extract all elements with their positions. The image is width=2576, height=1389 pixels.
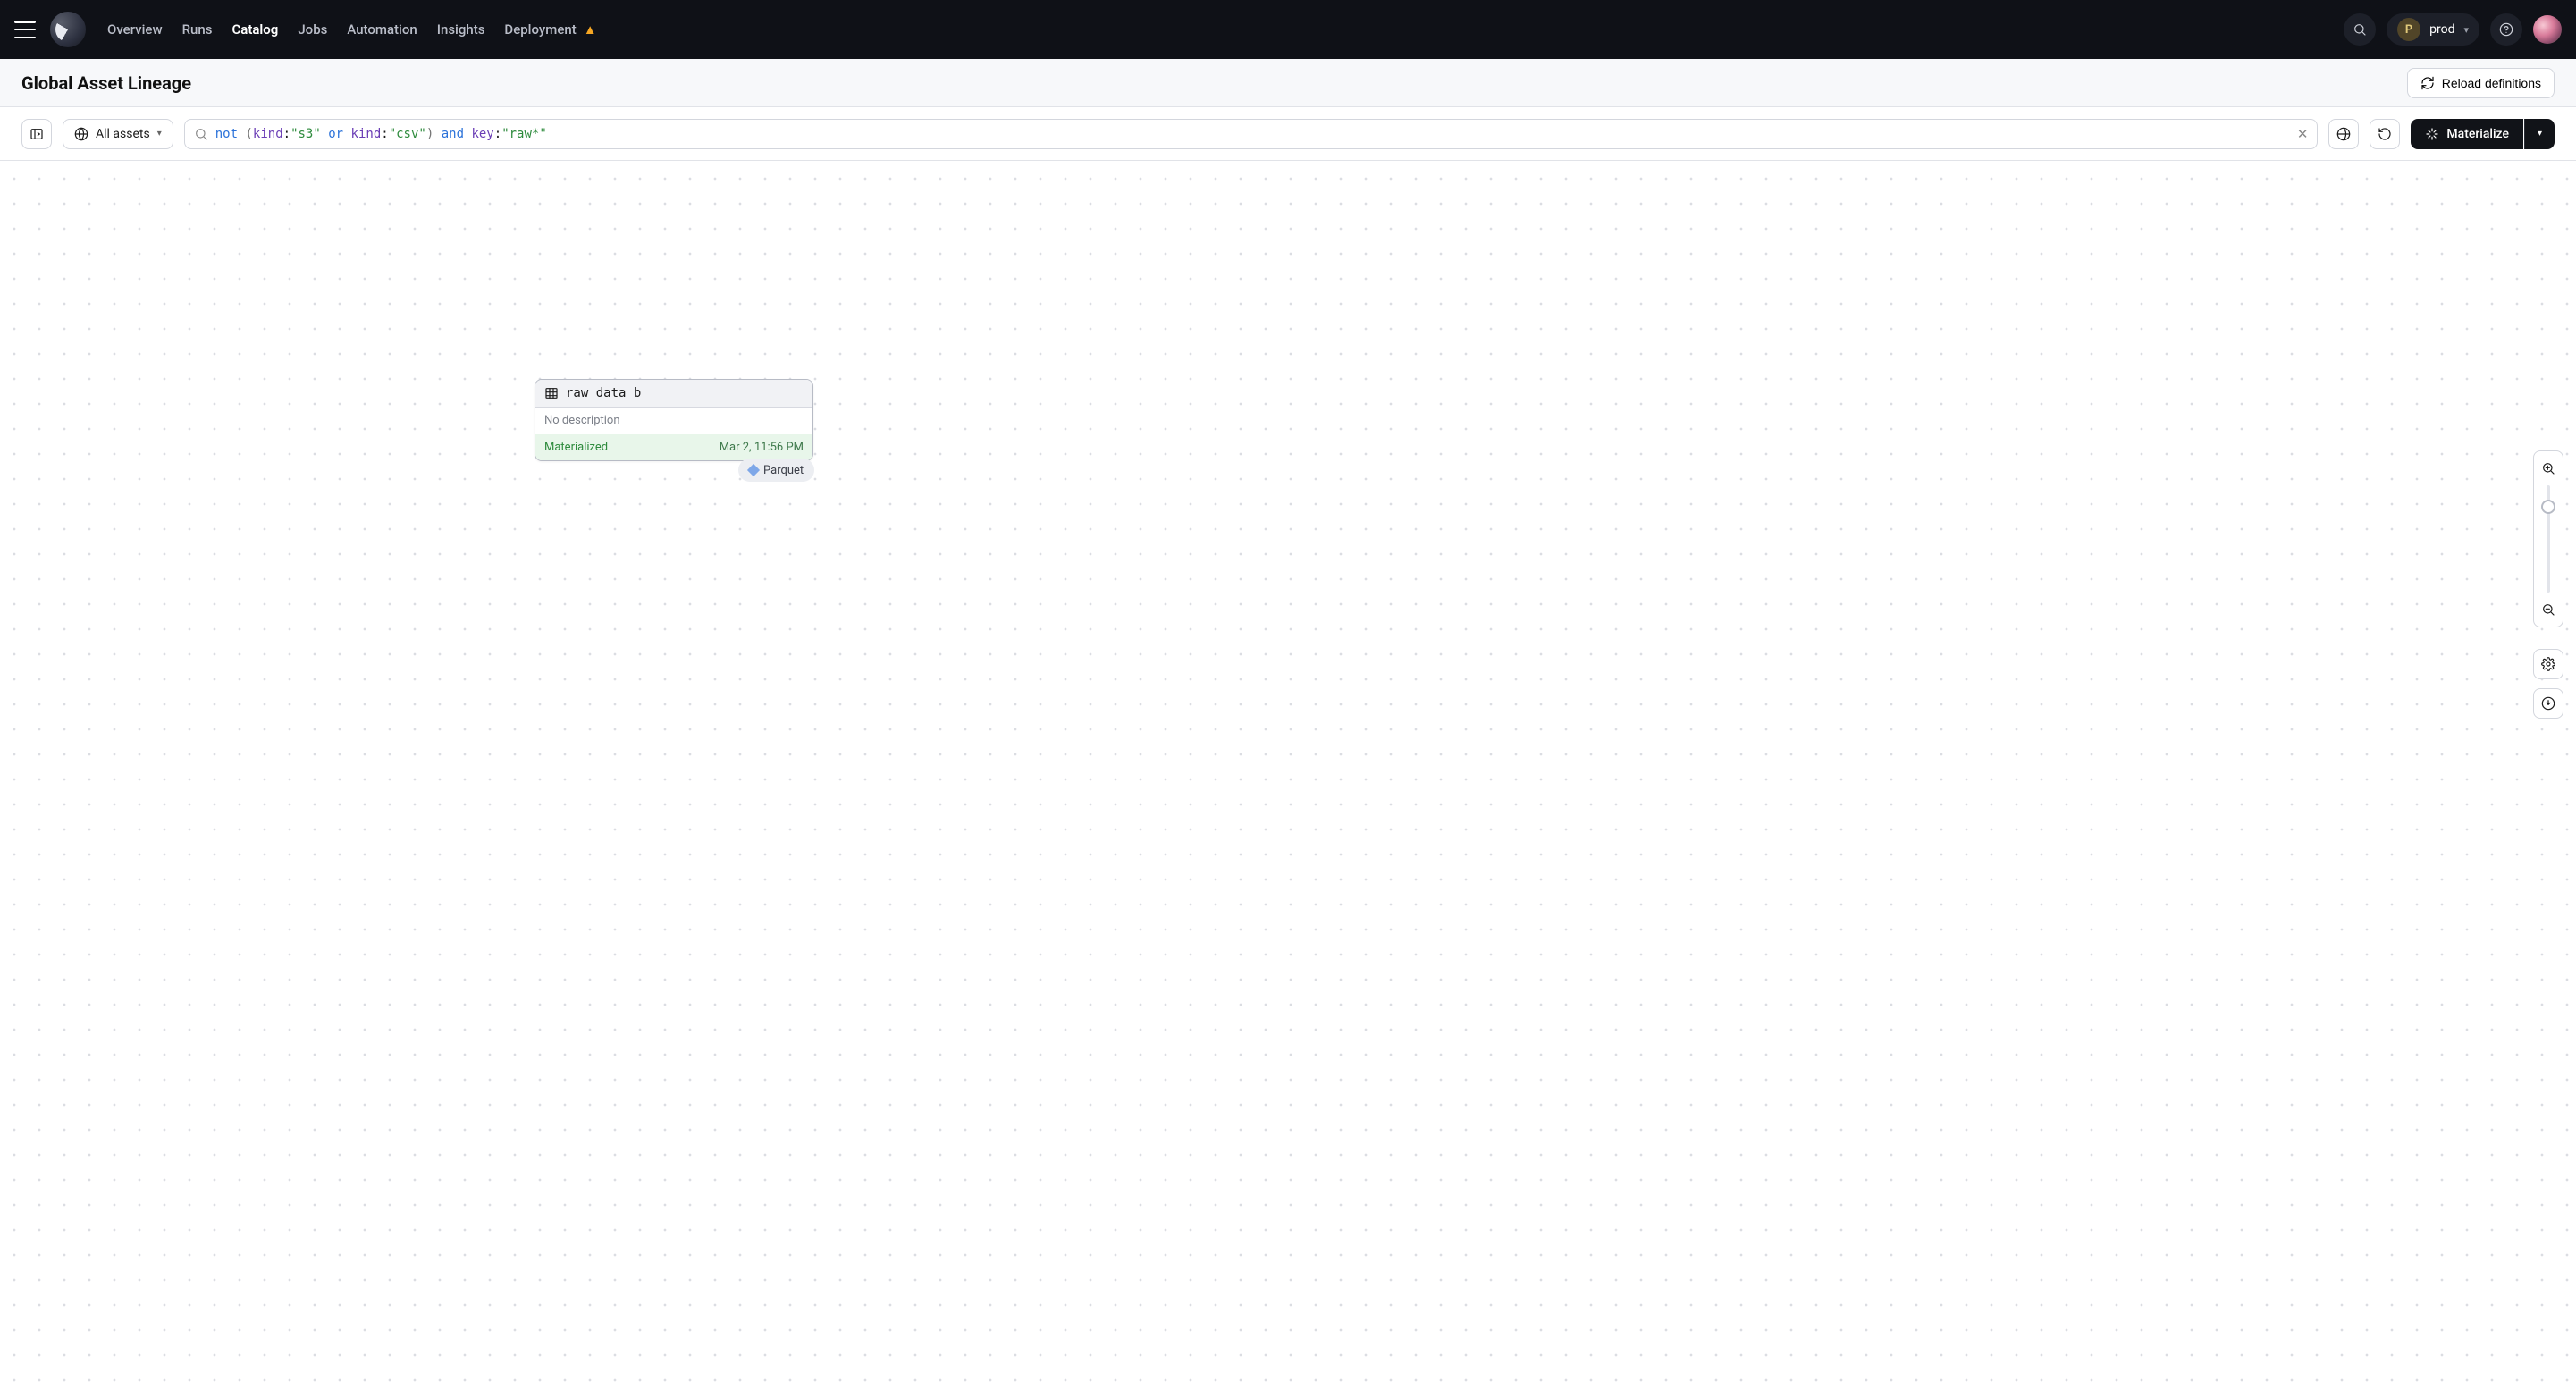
materialize-label: Materialize — [2446, 127, 2509, 141]
reload-label: Reload definitions — [2442, 76, 2541, 90]
clear-query-button[interactable]: ✕ — [2297, 126, 2309, 142]
scope-label: All assets — [96, 127, 150, 141]
refresh-graph-button[interactable] — [2370, 119, 2400, 149]
sparkle-icon — [2425, 127, 2439, 141]
asset-name: raw_data_b — [566, 386, 641, 400]
global-view-button[interactable] — [2328, 119, 2359, 149]
menu-icon[interactable] — [14, 21, 36, 38]
nav-insights[interactable]: Insights — [435, 16, 487, 43]
avatar[interactable] — [2533, 15, 2562, 44]
globe-icon — [74, 127, 88, 141]
download-icon — [2541, 696, 2555, 711]
search-icon — [2353, 22, 2367, 37]
logo[interactable] — [50, 12, 86, 47]
sidebar-toggle-button[interactable] — [21, 119, 52, 149]
nav-overview[interactable]: Overview — [105, 16, 164, 43]
asset-tag-label: Parquet — [763, 464, 804, 477]
zoom-out-button[interactable] — [2534, 598, 2563, 621]
asset-tag[interactable]: Parquet — [738, 459, 814, 482]
environment-selector[interactable]: P prod ▾ — [2387, 13, 2479, 46]
scope-filter[interactable]: All assets ▾ — [63, 119, 173, 149]
zoom-out-icon — [2541, 602, 2555, 617]
asset-status: Materialized — [544, 441, 608, 454]
help-icon — [2499, 22, 2513, 37]
table-icon — [544, 386, 559, 400]
chevron-down-icon: ▾ — [2463, 24, 2469, 36]
chevron-down-icon: ▾ — [2538, 129, 2542, 139]
lineage-canvas[interactable]: raw_data_b No description Materialized M… — [0, 161, 2576, 1389]
asset-title-bar: raw_data_b — [535, 380, 812, 408]
nav-runs[interactable]: Runs — [181, 16, 215, 43]
help-button[interactable] — [2490, 13, 2522, 46]
query-input[interactable]: not (kind:"s3" or kind:"csv") and key:"r… — [184, 119, 2319, 149]
materialize-more-button[interactable]: ▾ — [2524, 119, 2555, 149]
nav-automation[interactable]: Automation — [345, 16, 418, 43]
diamond-icon — [747, 464, 760, 476]
asset-timestamp: Mar 2, 11:56 PM — [720, 441, 804, 454]
graph-settings-button[interactable] — [2533, 649, 2563, 679]
warning-icon: ▲ — [584, 21, 597, 38]
search-icon — [194, 127, 208, 141]
zoom-thumb[interactable] — [2541, 500, 2555, 514]
panel-icon — [29, 127, 44, 141]
asset-node[interactable]: raw_data_b No description Materialized M… — [535, 379, 813, 461]
zoom-in-icon — [2541, 461, 2555, 476]
page-title: Global Asset Lineage — [21, 72, 191, 94]
reload-definitions-button[interactable]: Reload definitions — [2407, 68, 2555, 98]
env-badge: P — [2397, 18, 2420, 41]
download-graph-button[interactable] — [2533, 688, 2563, 719]
zoom-in-button[interactable] — [2534, 457, 2563, 480]
globe-pin-icon — [2336, 127, 2351, 141]
query-text: not (kind:"s3" or kind:"csv") and key:"r… — [215, 127, 2290, 141]
zoom-slider[interactable] — [2547, 485, 2550, 593]
asset-description: No description — [535, 408, 812, 434]
toolbar: All assets ▾ not (kind:"s3" or kind:"csv… — [0, 107, 2576, 161]
env-name: prod — [2429, 22, 2454, 37]
nav-jobs[interactable]: Jobs — [296, 16, 329, 43]
nav-deployment[interactable]: Deployment ▲ — [502, 16, 598, 43]
zoom-panel — [2533, 450, 2563, 627]
refresh-icon — [2378, 127, 2392, 141]
nav-right: P prod ▾ — [2344, 13, 2562, 46]
materialize-button[interactable]: Materialize — [2411, 119, 2523, 149]
top-nav: Overview Runs Catalog Jobs Automation In… — [0, 0, 2576, 59]
subheader: Global Asset Lineage Reload definitions — [0, 59, 2576, 107]
nav-links: Overview Runs Catalog Jobs Automation In… — [105, 16, 599, 43]
nav-deployment-label: Deployment — [504, 21, 576, 38]
nav-catalog[interactable]: Catalog — [230, 16, 280, 43]
asset-status-row: Materialized Mar 2, 11:56 PM — [535, 434, 812, 460]
search-button[interactable] — [2344, 13, 2376, 46]
reload-icon — [2420, 76, 2435, 90]
gear-icon — [2541, 657, 2555, 671]
chevron-down-icon: ▾ — [157, 129, 162, 139]
